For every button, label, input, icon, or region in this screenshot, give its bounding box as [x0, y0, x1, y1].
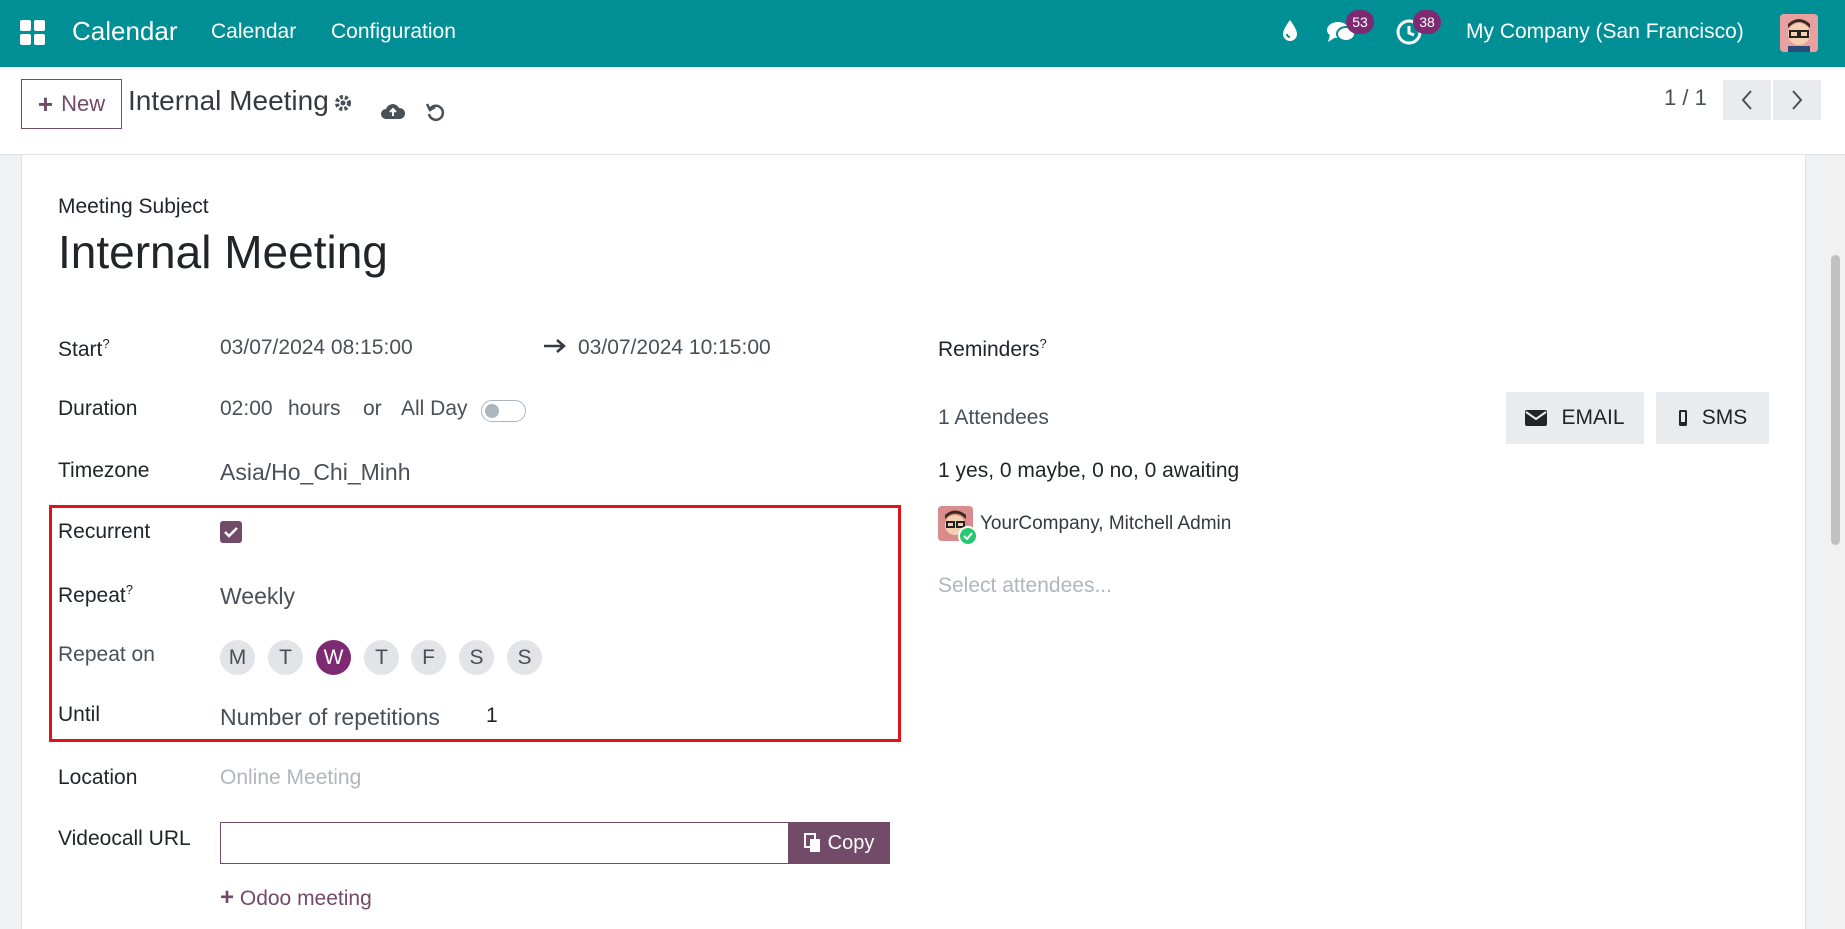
help-mark: ?: [102, 336, 110, 351]
reminders-label: Reminders?: [938, 336, 1047, 361]
chevron-left-icon: [1741, 90, 1752, 110]
allday-label: All Day: [401, 397, 468, 420]
videocall-url-input[interactable]: [220, 822, 788, 864]
odoo-meeting-link[interactable]: + Odoo meeting: [220, 884, 372, 912]
attendees-summary: 1 yes, 0 maybe, 0 no, 0 awaiting: [938, 459, 1240, 482]
until-label: Until: [58, 703, 101, 726]
apps-menu-icon[interactable]: [20, 20, 45, 45]
location-label: Location: [58, 766, 138, 789]
email-button-label: EMAIL: [1561, 406, 1625, 429]
repeat-label: Repeat?: [58, 582, 133, 607]
duration-label: Duration: [58, 397, 138, 420]
day-saturday[interactable]: S: [459, 640, 494, 675]
arrow-right-icon: [543, 338, 567, 359]
recurrent-label: Recurrent: [58, 520, 151, 543]
day-sunday[interactable]: S: [507, 640, 542, 675]
attendee-name[interactable]: YourCompany, Mitchell Admin: [980, 513, 1231, 535]
user-avatar[interactable]: [1780, 14, 1818, 52]
copy-button-label: Copy: [827, 831, 875, 854]
timezone-label: Timezone: [58, 459, 150, 482]
pager-previous-button[interactable]: [1723, 80, 1771, 120]
count-field[interactable]: 1: [486, 704, 498, 728]
pager-value[interactable]: 1 / 1: [1664, 85, 1707, 111]
stop-field[interactable]: 03/07/2024 10:15:00: [578, 336, 771, 360]
sms-button-label: SMS: [1701, 406, 1748, 429]
pager-next-button[interactable]: [1773, 80, 1821, 120]
new-button-label: New: [61, 91, 106, 116]
subject-label: Meeting Subject: [58, 195, 209, 218]
envelope-icon: [1525, 410, 1548, 426]
videocall-label: Videocall URL: [58, 827, 191, 850]
recurrent-checkbox[interactable]: [220, 521, 242, 543]
breadcrumb-record-title: Internal Meeting: [128, 85, 329, 116]
start-field[interactable]: 03/07/2024 08:15:00: [220, 336, 413, 360]
hours-text: hours: [288, 397, 341, 420]
attendees-count: 1 Attendees: [938, 406, 1049, 429]
email-button[interactable]: EMAIL: [1506, 392, 1644, 444]
control-panel: + New Internal Meeting 1 / 1: [0, 67, 1845, 155]
gear-icon[interactable]: [333, 93, 353, 118]
recurrence-highlight-box: [49, 505, 901, 742]
day-thursday[interactable]: T: [364, 640, 399, 675]
until-field[interactable]: Number of repetitions: [220, 704, 440, 731]
plus-icon: +: [220, 884, 235, 911]
copy-icon: [803, 833, 820, 852]
top-navbar: Calendar Calendar Configuration 53 38 My…: [0, 0, 1845, 67]
check-icon: [224, 527, 238, 538]
or-text: or: [363, 397, 382, 420]
scrollbar-thumb[interactable]: [1831, 255, 1840, 545]
day-friday[interactable]: F: [411, 640, 446, 675]
save-cloud-icon[interactable]: [380, 101, 406, 126]
allday-toggle[interactable]: [481, 400, 526, 422]
select-attendees-input[interactable]: Select attendees...: [938, 574, 1112, 598]
duration-field[interactable]: 02:00: [220, 397, 273, 421]
attendee-avatar: [938, 506, 978, 546]
sms-button[interactable]: SMS: [1656, 392, 1769, 444]
mobile-icon: [1678, 410, 1687, 426]
day-wednesday[interactable]: W: [316, 640, 351, 675]
company-switcher[interactable]: My Company (San Francisco): [1466, 20, 1744, 44]
chevron-right-icon: [1792, 90, 1803, 110]
activities-badge: 38: [1413, 10, 1441, 34]
discard-icon[interactable]: [425, 101, 447, 128]
copy-button[interactable]: Copy: [788, 822, 890, 864]
new-button[interactable]: + New: [21, 79, 122, 129]
messages-badge: 53: [1346, 10, 1374, 34]
help-mark: ?: [125, 582, 133, 597]
app-name[interactable]: Calendar: [72, 16, 178, 47]
accepted-check-icon: [958, 526, 978, 546]
timezone-field[interactable]: Asia/Ho_Chi_Minh: [220, 459, 410, 486]
scrollbar[interactable]: [1826, 155, 1845, 929]
menu-configuration[interactable]: Configuration: [331, 20, 456, 44]
repeat-field[interactable]: Weekly: [220, 583, 295, 610]
repeat-on-label: Repeat on: [58, 643, 155, 666]
help-mark: ?: [1039, 336, 1047, 351]
day-monday[interactable]: M: [220, 640, 255, 675]
plus-icon: +: [37, 88, 54, 119]
drop-icon[interactable]: [1280, 18, 1300, 49]
subject-field[interactable]: Internal Meeting: [58, 225, 388, 279]
location-input[interactable]: Online Meeting: [220, 766, 361, 790]
start-label: Start?: [58, 336, 110, 361]
menu-calendar[interactable]: Calendar: [211, 20, 296, 44]
day-tuesday[interactable]: T: [268, 640, 303, 675]
